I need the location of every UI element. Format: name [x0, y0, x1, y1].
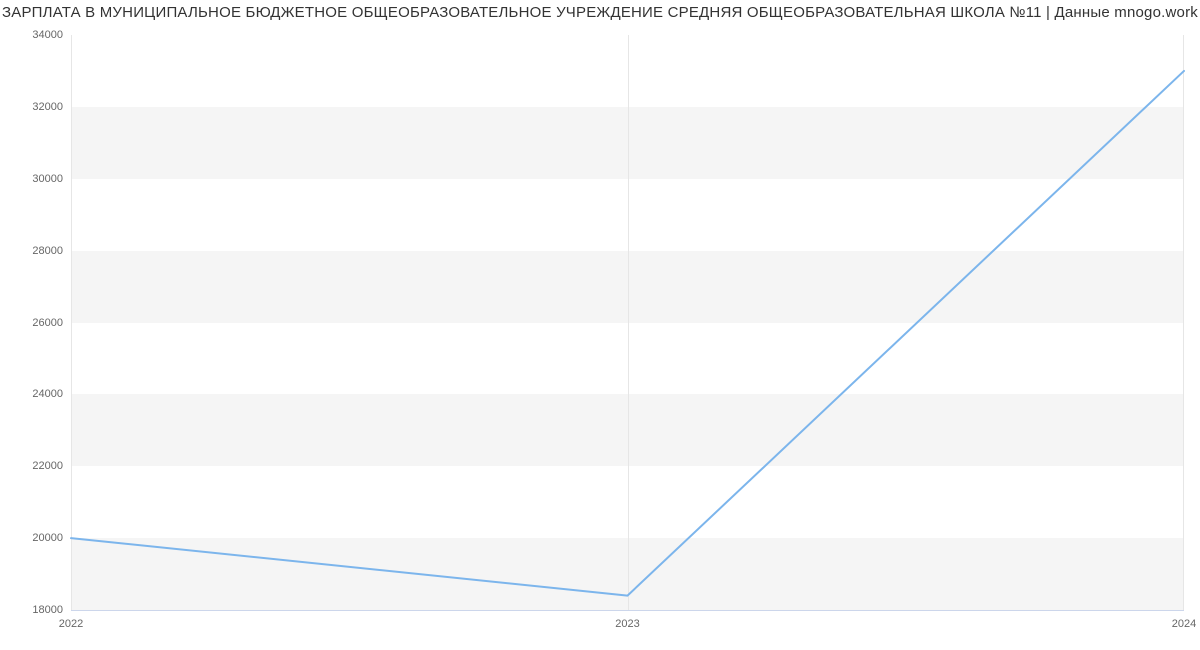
y-tick-label: 20000	[32, 532, 63, 544]
series-layer	[71, 35, 1184, 610]
y-tick-label: 24000	[32, 388, 63, 400]
y-tick-label: 26000	[32, 317, 63, 329]
x-tick-label: 2023	[615, 618, 639, 630]
y-tick-label: 22000	[32, 460, 63, 472]
x-axis-line	[71, 610, 1184, 611]
x-tick-label: 2022	[59, 618, 83, 630]
y-tick-label: 32000	[32, 101, 63, 113]
plot-area: 18000 20000 22000 24000 26000 28000 3000…	[71, 35, 1184, 610]
y-tick-label: 30000	[32, 173, 63, 185]
salary-line-chart: ЗАРПЛАТА В МУНИЦИПАЛЬНОЕ БЮДЖЕТНОЕ ОБЩЕО…	[0, 0, 1200, 650]
chart-title: ЗАРПЛАТА В МУНИЦИПАЛЬНОЕ БЮДЖЕТНОЕ ОБЩЕО…	[0, 4, 1200, 21]
y-tick-label: 34000	[32, 29, 63, 41]
y-tick-label: 18000	[32, 604, 63, 616]
salary-series-line	[71, 71, 1184, 596]
y-tick-label: 28000	[32, 245, 63, 257]
x-tick-label: 2024	[1172, 618, 1196, 630]
